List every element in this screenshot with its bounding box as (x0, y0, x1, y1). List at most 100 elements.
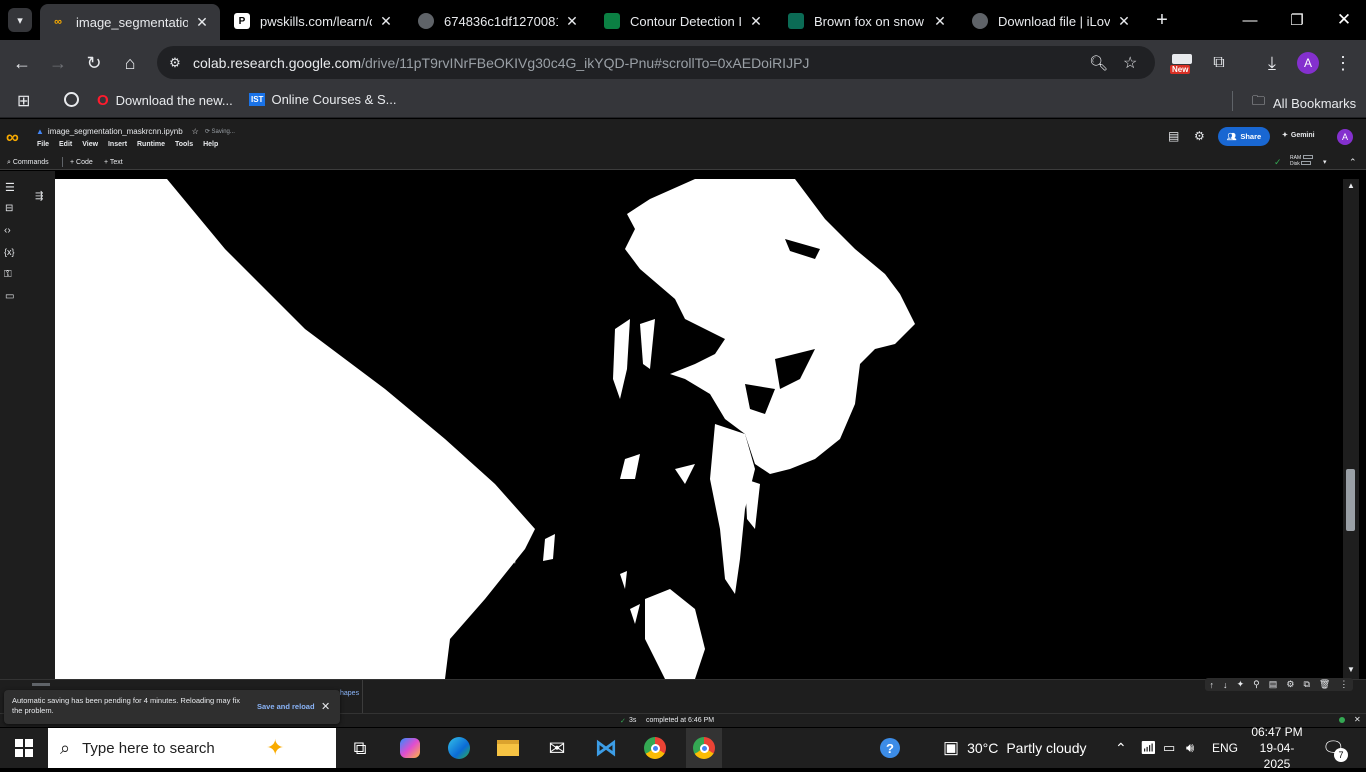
notebook-name[interactable]: image_segmentation_maskrcnn.ipynb (48, 127, 183, 136)
code-snippets-icon[interactable]: ‹› (4, 225, 11, 236)
save-and-reload-button[interactable]: Save and reload (257, 702, 315, 711)
output-actions-icon[interactable]: ⇶ (35, 191, 43, 202)
all-bookmarks[interactable]: 🗀 All Bookmarks (1252, 92, 1356, 114)
help-icon[interactable]: ? (876, 734, 904, 762)
bookmark-ist[interactable]: IST Online Courses & S... (249, 92, 396, 107)
back-button[interactable]: ← (9, 50, 35, 76)
bookmark-star-icon[interactable]: ☆ (1123, 53, 1137, 73)
close-tab-icon[interactable]: ✕ (932, 13, 948, 30)
network-icon[interactable]: 📶︎ (1140, 728, 1157, 768)
tab-contour[interactable]: Contour Detection Im ✕ (594, 6, 774, 36)
comments-icon[interactable]: ▤ (1168, 129, 1179, 143)
share-button[interactable]: 👥︎ Share (1218, 127, 1270, 146)
menu-file[interactable]: File (37, 141, 49, 148)
globe-bookmark-icon[interactable] (64, 92, 79, 107)
colab-logo[interactable]: ∞ (6, 127, 19, 148)
scroll-up-arrow[interactable]: ▲ (1347, 181, 1355, 190)
taskbar-search[interactable]: ⌕ Type here to search ✦ (48, 728, 336, 768)
bookmark-opera[interactable]: O Download the new... (97, 92, 233, 109)
menu-insert[interactable]: Insert (108, 141, 127, 148)
cell-more-icon[interactable]: ⋮ (1339, 679, 1348, 690)
vscode-icon[interactable]: ⋈ (592, 734, 620, 762)
tray-overflow-icon[interactable]: ⌃ (1115, 728, 1127, 768)
address-bar[interactable]: ⚙ colab.research.google.com /drive/11pT9… (157, 46, 1155, 79)
menu-view[interactable]: View (82, 141, 98, 148)
commands-button[interactable]: ⌕ Commands (7, 159, 49, 167)
move-up-icon[interactable]: ↑ (1210, 680, 1215, 690)
gemini-cell-icon[interactable]: ✦ (1237, 679, 1245, 690)
tab-search-button[interactable]: ▾ (8, 8, 32, 32)
volume-icon[interactable]: 🔊︎ (1186, 728, 1194, 768)
comment-icon[interactable]: ▤ (1269, 679, 1278, 690)
chrome-icon[interactable] (641, 734, 669, 762)
tab-pwskills[interactable]: P pwskills.com/learn/co ✕ (224, 6, 404, 36)
notification-center[interactable]: 🗨︎ 7 (1322, 728, 1348, 768)
task-view-icon[interactable]: ⧉ (346, 734, 374, 762)
edge-icon[interactable] (445, 734, 473, 762)
tab-brown-fox[interactable]: Brown fox on snow fi ✕ (778, 6, 958, 36)
profile-avatar[interactable]: A (1297, 52, 1319, 74)
tab-ilovepdf[interactable]: Download file | iLoveI ✕ (962, 6, 1142, 36)
close-tab-icon[interactable]: ✕ (564, 13, 580, 30)
toast-close-icon[interactable]: ✕ (321, 700, 330, 713)
folder-icon: 🗀 (1252, 93, 1266, 108)
minimize-button[interactable]: — (1238, 8, 1262, 32)
zoom-icon[interactable]: 🔍︎ (1089, 54, 1108, 72)
restore-button[interactable]: ❐ (1285, 8, 1309, 32)
clock-date: 19-04-2025 (1259, 741, 1295, 771)
colab-avatar[interactable]: A (1337, 129, 1353, 145)
gemini-button[interactable]: ✦ Gemini (1282, 131, 1315, 139)
link-icon[interactable]: ⚲ (1253, 679, 1260, 690)
scrollbar-thumb[interactable] (1346, 469, 1355, 531)
status-close-icon[interactable]: ✕ (1354, 715, 1361, 724)
files-folder-icon[interactable]: ▭ (5, 291, 14, 302)
new-tab-button[interactable]: + (1150, 8, 1174, 32)
copilot-icon[interactable] (396, 734, 424, 762)
extensions-icon[interactable]: ⧉ (1206, 50, 1232, 76)
home-button[interactable]: ⌂ (117, 50, 143, 76)
window-close-button[interactable]: ✕ (1332, 8, 1356, 32)
star-icon[interactable]: ☆ (192, 127, 199, 136)
mirror-cell-icon[interactable]: ⧉ (1303, 679, 1309, 690)
close-tab-icon[interactable]: ✕ (378, 13, 394, 30)
weather-widget[interactable]: ▣ 30°C Partly cloudy (943, 728, 1087, 768)
close-tab-icon[interactable]: ✕ (194, 14, 210, 31)
reload-button[interactable]: ↻ (81, 50, 107, 76)
settings-gear-icon[interactable]: ⚙ (1194, 129, 1205, 143)
menu-edit[interactable]: Edit (59, 141, 72, 148)
apps-grid-icon[interactable]: ⊞ (17, 91, 30, 111)
battery-icon[interactable]: ▭ (1163, 728, 1175, 768)
tab-674836[interactable]: 674836c1df12700814 ✕ (408, 6, 590, 36)
tab-colab[interactable]: ∞ image_segmentation_ ✕ (40, 4, 220, 40)
secrets-key-icon[interactable]: ⚿ (4, 269, 12, 280)
close-tab-icon[interactable]: ✕ (1116, 13, 1132, 30)
menu-runtime[interactable]: Runtime (137, 141, 165, 148)
chrome-active-icon[interactable] (686, 728, 722, 768)
scroll-down-arrow[interactable]: ▼ (1347, 665, 1355, 674)
forward-button[interactable]: → (45, 50, 71, 76)
ram-disk-indicator[interactable]: RAM Disk (1290, 155, 1313, 167)
cell-settings-icon[interactable]: ⚙ (1286, 679, 1294, 690)
windows-start-icon[interactable] (10, 734, 38, 762)
mail-icon[interactable]: ✉ (543, 734, 571, 762)
add-text-button[interactable]: + Text (104, 159, 123, 166)
extension-new-icon[interactable]: New (1170, 54, 1194, 76)
variables-icon[interactable]: {x} (4, 247, 15, 257)
move-down-icon[interactable]: ↓ (1223, 680, 1228, 690)
menu-kebab-icon[interactable]: ⋮ (1330, 50, 1356, 76)
close-tab-icon[interactable]: ✕ (748, 13, 764, 30)
toc-icon[interactable]: ☰ (5, 181, 15, 194)
add-code-button[interactable]: + Code (70, 159, 93, 166)
delete-cell-icon[interactable]: 🗑︎ (1319, 679, 1330, 690)
collapse-header-icon[interactable]: ⌃ (1349, 157, 1357, 168)
find-replace-icon[interactable]: ⊟ (5, 203, 13, 214)
download-icon[interactable]: ⤓ (1259, 50, 1285, 76)
runtime-dropdown-icon[interactable]: ▾ (1323, 158, 1327, 166)
output-scrollbar[interactable]: ▲ ▼ (1343, 179, 1359, 679)
clock[interactable]: 06:47 PM 19-04-2025 (1248, 725, 1306, 771)
menu-tools[interactable]: Tools (175, 141, 193, 148)
site-info-icon[interactable]: ⚙ (157, 46, 193, 79)
file-explorer-icon[interactable] (494, 734, 522, 762)
language-indicator[interactable]: ENG (1212, 728, 1238, 768)
menu-help[interactable]: Help (203, 141, 218, 148)
